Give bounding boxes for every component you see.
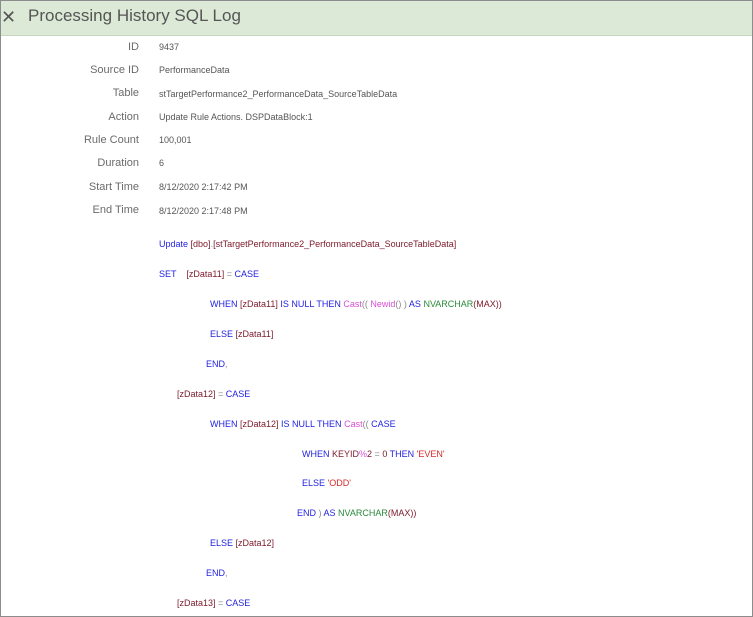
sql-token: WHEN <box>302 449 330 459</box>
sql-line: SET [zData11] = CASE <box>159 269 259 279</box>
sql-token: [dbo] <box>188 239 211 249</box>
sql-token: SET <box>159 269 177 279</box>
action-label: Action <box>108 111 139 123</box>
sql-token: % <box>359 449 368 459</box>
sql-token: END <box>297 508 317 518</box>
sql-token: Cast <box>341 419 363 429</box>
sql-token: [zData11] <box>233 329 274 339</box>
sql-token: Update <box>159 239 189 249</box>
dialog-title: Processing History SQL Log <box>28 6 241 25</box>
sql-token: END <box>206 359 226 369</box>
sql-line: END, <box>206 568 228 578</box>
sql-token: AS <box>408 299 421 309</box>
sql-token: [zData12] <box>177 389 216 399</box>
sql-token: CASE <box>371 419 396 429</box>
sql-token: = <box>215 598 226 608</box>
sql-token: , <box>225 359 228 369</box>
sql-token: (MAX)) <box>473 299 502 309</box>
sql-token: CASE <box>234 269 259 279</box>
rule-count-label: Rule Count <box>83 134 139 146</box>
sql-token: THEN <box>389 449 415 459</box>
sql-token: ELSE <box>210 538 234 548</box>
sql-token: 'EVEN' <box>414 449 445 459</box>
sql-log-dialog: ✕ Processing History SQL Log ID 9437 Sou… <box>0 0 753 617</box>
table-label: Table <box>112 87 139 99</box>
sql-line: [zData13] = CASE <box>177 598 250 608</box>
sql-token: (( <box>362 419 372 429</box>
sql-token: WHEN <box>210 419 238 429</box>
table-value: stTargetPerformance2_PerformanceData_Sou… <box>159 89 398 99</box>
sql-token: IS NULL THEN <box>281 419 342 429</box>
start-time-label: Start Time <box>88 181 139 193</box>
sql-line: WHEN [zData11] IS NULL THEN Cast(( Newid… <box>210 299 502 309</box>
sql-line: ELSE [zData12] <box>210 538 274 548</box>
sql-line: ELSE [zData11] <box>210 329 273 339</box>
sql-token: Newid <box>370 299 396 309</box>
id-value: 9437 <box>159 42 180 52</box>
sql-token: CASE <box>225 598 251 608</box>
sql-token: IS NULL THEN <box>280 299 341 309</box>
end-time-label: End Time <box>92 204 139 216</box>
sql-token: = <box>215 389 226 399</box>
sql-line: Update [dbo].[stTargetPerformance2_Perfo… <box>159 239 456 249</box>
close-icon[interactable]: ✕ <box>1 5 16 29</box>
sql-token: AS <box>323 508 336 518</box>
sql-token: ELSE <box>302 478 326 488</box>
sql-line: END, <box>206 359 228 369</box>
sql-line: [zData12] = CASE <box>177 389 250 399</box>
sql-token: (MAX)) <box>387 508 417 518</box>
sql-token: = <box>224 269 235 279</box>
sql-token: [zData12] <box>233 538 275 548</box>
sql-line: WHEN KEYID%2 = 0 THEN 'EVEN' <box>302 449 445 459</box>
sql-token: END <box>206 568 226 578</box>
id-label: ID <box>128 41 139 53</box>
sql-token: [zData13] <box>177 598 216 608</box>
end-time-value: 8/12/2020 2:17:48 PM <box>159 206 248 216</box>
duration-label: Duration <box>97 157 139 169</box>
sql-token: , <box>225 568 228 578</box>
sql-token: ELSE <box>210 329 234 339</box>
sql-token: CASE <box>225 389 251 399</box>
sql-token: 2 <box>367 449 375 459</box>
rule-count-value: 100,001 <box>159 135 192 145</box>
sql-token: () ) <box>395 299 409 309</box>
sql-line: ELSE 'ODD' <box>302 478 351 488</box>
sql-line: END ) AS NVARCHAR(MAX)) <box>297 508 416 518</box>
start-time-value: 8/12/2020 2:17:42 PM <box>159 182 248 192</box>
sql-token: WHEN <box>210 299 238 309</box>
sql-token: KEYID <box>329 449 360 459</box>
sql-token: ) <box>316 508 324 518</box>
source-id-label: Source ID <box>90 64 139 76</box>
action-value: Update Rule Actions. DSPDataBlock:1 <box>159 112 313 122</box>
sql-token: [zData11] <box>176 269 225 279</box>
sql-token: NVARCHAR <box>335 508 388 518</box>
sql-token: 0 <box>379 449 390 459</box>
sql-token: [stTargetPerformance2_PerformanceData_So… <box>213 239 457 249</box>
source-id-value: PerformanceData <box>159 65 230 75</box>
dialog-titlebar: ✕ Processing History SQL Log <box>1 1 752 36</box>
sql-line: WHEN [zData12] IS NULL THEN Cast(( CASE <box>210 419 396 429</box>
sql-token: NVARCHAR <box>420 299 474 309</box>
duration-value: 6 <box>159 158 165 168</box>
sql-token: [zData11] <box>237 299 281 309</box>
sql-token: 'ODD' <box>325 478 351 488</box>
sql-token: Cast <box>340 299 362 309</box>
sql-token: [zData12] <box>237 419 282 429</box>
